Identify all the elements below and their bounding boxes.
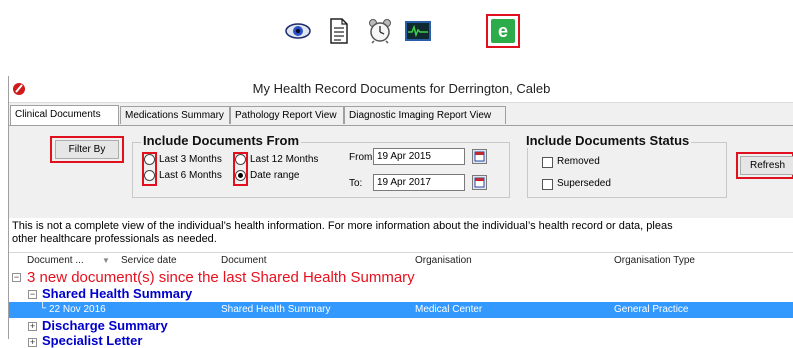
sort-chevron-down-icon[interactable]: ▼ <box>102 256 110 265</box>
refresh-button[interactable]: Refresh <box>740 156 793 175</box>
notice-line-1: This is not a complete view of the indiv… <box>12 220 673 232</box>
last-3-months-radio[interactable] <box>144 154 155 165</box>
row-organisation: Medical Center <box>415 304 483 315</box>
from-date-field[interactable]: 19 Apr 2015 <box>373 148 465 165</box>
filter-by-button[interactable]: Filter By <box>55 140 119 159</box>
documents-window: My Health Record Documents for Derringto… <box>8 76 793 348</box>
tab-pathology-report-view[interactable]: Pathology Report View <box>230 106 344 124</box>
to-label: To: <box>349 178 363 189</box>
date-range-radio[interactable] <box>235 170 246 181</box>
row-document: Shared Health Summary <box>221 304 331 315</box>
last-6-months-radio[interactable] <box>144 170 155 181</box>
group-discharge-summary[interactable]: Discharge Summary <box>42 318 168 333</box>
ecg-monitor-icon[interactable] <box>403 16 433 46</box>
title-bar: My Health Record Documents for Derringto… <box>9 76 793 103</box>
window-title: My Health Record Documents for Derringto… <box>252 81 551 96</box>
calendar-icon <box>474 177 485 188</box>
new-documents-heading[interactable]: 3 new document(s) since the last Shared … <box>27 269 415 286</box>
group-shared-health-summary[interactable]: Shared Health Summary <box>42 286 192 301</box>
document-icon[interactable] <box>324 16 354 46</box>
eye-icon[interactable] <box>283 16 313 46</box>
svg-text:e: e <box>498 21 508 41</box>
table-row[interactable]: └ 22 Nov 2016 Shared Health Summary Medi… <box>9 302 793 318</box>
from-label: From: <box>349 152 376 163</box>
from-calendar-button[interactable] <box>472 149 487 164</box>
column-document-type[interactable]: Document ... <box>27 255 84 266</box>
superseded-label: Superseded <box>557 178 611 189</box>
ehealth-e-icon[interactable]: e <box>486 14 520 48</box>
superseded-checkbox[interactable] <box>542 179 553 190</box>
column-service-date[interactable]: Service date <box>121 255 177 266</box>
collapse-toggle-icon[interactable]: − <box>12 273 21 282</box>
column-organisation-type[interactable]: Organisation Type <box>614 255 695 266</box>
date-range-label: Date range <box>250 170 300 181</box>
to-calendar-button[interactable] <box>472 175 487 190</box>
last-3-months-label: Last 3 Months <box>159 154 222 165</box>
last-12-months-radio[interactable] <box>235 154 246 165</box>
alarm-clock-icon[interactable] <box>365 16 395 46</box>
to-date-field[interactable]: 19 Apr 2017 <box>373 174 465 191</box>
removed-checkbox[interactable] <box>542 157 553 168</box>
tab-diagnostic-imaging-report-view[interactable]: Diagnostic Imaging Report View <box>344 106 506 124</box>
expand-toggle-icon[interactable]: + <box>28 322 37 331</box>
documents-grid: − 3 new document(s) since the last Share… <box>9 269 793 348</box>
tab-clinical-documents[interactable]: Clinical Documents <box>10 105 119 125</box>
status-group <box>527 142 727 198</box>
collapse-toggle-icon[interactable]: − <box>28 290 37 299</box>
group-specialist-letter[interactable]: Specialist Letter <box>42 333 142 348</box>
include-from-title: Include Documents From <box>141 133 302 148</box>
filter-panel: Filter By Include Documents From Last 3 … <box>9 125 793 218</box>
row-service-date: 22 Nov 2016 <box>49 304 106 315</box>
notice-line-2: other healthcare professionals as needed… <box>12 233 217 245</box>
column-document[interactable]: Document <box>221 255 267 266</box>
tree-branch-icon: └ <box>39 303 47 314</box>
last-6-months-label: Last 6 Months <box>159 170 222 181</box>
incomplete-view-notice: This is not a complete view of the indiv… <box>9 218 793 252</box>
removed-label: Removed <box>557 156 600 167</box>
last-12-months-label: Last 12 Months <box>250 154 319 165</box>
expand-toggle-icon[interactable]: + <box>28 338 37 347</box>
status-title: Include Documents Status <box>524 133 692 148</box>
tab-medications-summary[interactable]: Medications Summary <box>120 106 230 124</box>
row-organisation-type: General Practice <box>614 304 689 315</box>
calendar-icon <box>474 151 485 162</box>
column-organisation[interactable]: Organisation <box>415 255 472 266</box>
